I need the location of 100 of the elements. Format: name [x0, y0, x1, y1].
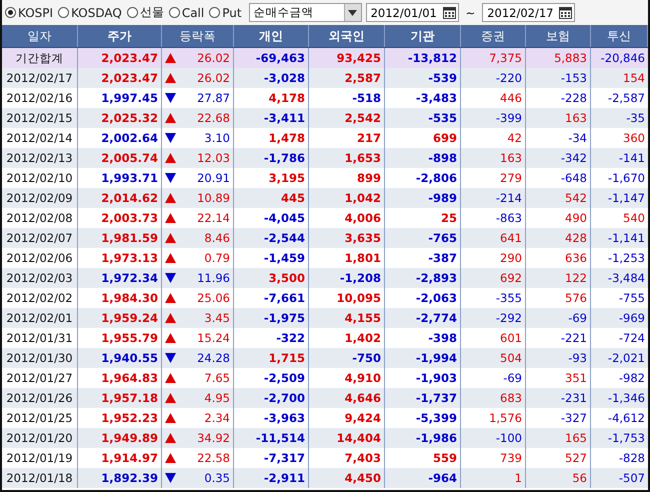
market-radio[interactable]: 선물 [126, 4, 164, 21]
table-cell: 27.87 [197, 91, 230, 105]
table-cell: 56 [526, 468, 591, 488]
market-radio[interactable]: Call [168, 6, 204, 20]
table-cell: -1,986 [385, 428, 461, 448]
table-cell-text: -724 [618, 330, 646, 347]
table-cell: -765 [385, 228, 461, 248]
table-cell: -69 [526, 308, 591, 328]
table-cell: -964 [385, 468, 461, 488]
calendar-icon[interactable] [442, 6, 456, 18]
column-header[interactable]: 증권 [461, 25, 526, 47]
table-cell: 122 [526, 268, 591, 288]
table-cell: 2012/02/15 [2, 108, 78, 128]
calendar-icon[interactable] [559, 6, 572, 18]
table-cell: -214 [461, 188, 526, 208]
column-header[interactable]: 외국인 [309, 25, 385, 47]
table-cell: 10.89 [197, 191, 230, 205]
table-cell: 1,981.59 [78, 228, 162, 248]
table-cell: 15.24 [197, 331, 230, 345]
table-cell-text: -982 [618, 370, 646, 387]
table-cell: 1,715 [234, 348, 309, 368]
table-cell-text: -969 [618, 310, 646, 327]
table-cell: -399 [461, 108, 526, 128]
table-cell: -989 [385, 188, 461, 208]
table-cell: 26.02 [197, 51, 230, 65]
column-header[interactable]: 투신 [591, 25, 648, 47]
table-cell-text: -35 [625, 110, 646, 127]
table-cell: 163 [526, 108, 591, 128]
table-cell: 1,940.55 [78, 348, 162, 368]
column-header[interactable]: 기관 [385, 25, 461, 47]
caret-icon [348, 10, 358, 16]
table-cell: 2,023.47 [78, 68, 162, 88]
table-cell: -2,544 [234, 228, 309, 248]
table-cell: 2012/02/17 [2, 68, 78, 88]
table-cell: -153 [526, 68, 591, 88]
table-cell: -2,774 [385, 308, 461, 328]
table-cell: 26.02 [197, 71, 230, 85]
market-radio[interactable]: KOSPI [5, 6, 54, 20]
table-cell: 2,587 [309, 68, 385, 88]
table-cell-text: -828 [618, 450, 646, 467]
table-cell: 3,500 [234, 268, 309, 288]
table-cell: 1,957.18 [78, 388, 162, 408]
column-header[interactable]: 보험 [526, 25, 591, 47]
table-cell: 20.91 [197, 171, 230, 185]
table-cell: -2,911 [234, 468, 309, 488]
table-cell: 445 [234, 188, 309, 208]
table-cell-text: -2,021 [606, 350, 646, 367]
table-cell: -535 [385, 108, 461, 128]
table-cell: 3.10 [204, 131, 230, 145]
table-cell: -220 [461, 68, 526, 88]
table-cell: 542 [526, 188, 591, 208]
range-separator: ~ [464, 6, 476, 20]
table-cell: 2012/01/18 [2, 468, 78, 488]
table-cell: -750 [309, 348, 385, 368]
market-radio[interactable]: Put [209, 6, 242, 20]
table-cell: 1,653 [309, 148, 385, 168]
table-cell: 2012/02/13 [2, 148, 78, 168]
table-cell-text: -1,253 [606, 250, 646, 267]
table-cell: 504 [461, 348, 526, 368]
table-cell-text: -20,846 [600, 50, 646, 67]
table-cell: 2012/01/30 [2, 348, 78, 368]
table-cell: 428 [526, 228, 591, 248]
table-cell: 2012/02/09 [2, 188, 78, 208]
table-cell: 0.79 [204, 251, 230, 265]
table-cell: 163 [461, 148, 526, 168]
table-cell-text: -755 [618, 290, 646, 307]
start-date-field[interactable]: 2012/01/01 [366, 3, 459, 22]
table-cell: 2012/02/07 [2, 228, 78, 248]
table-cell: 25.06 [197, 291, 230, 305]
table-cell: 2.34 [204, 411, 230, 425]
measure-dropdown[interactable]: 순매수금액 [248, 3, 362, 22]
market-radio[interactable]: KOSDAQ [58, 6, 122, 20]
table-cell: 4,450 [309, 468, 385, 488]
table-cell: 12.03 [197, 151, 230, 165]
table-cell-text: 540 [622, 210, 646, 227]
table-cell: 34.92 [197, 431, 230, 445]
table-cell: -231 [526, 388, 591, 408]
column-header[interactable]: 일자 [2, 25, 78, 47]
table-cell: 692 [461, 268, 526, 288]
table-cell: -2,893 [385, 268, 461, 288]
table-cell: 2,025.32 [78, 108, 162, 128]
table-cell: 11.96 [197, 271, 230, 285]
table-cell: 1,892.39 [78, 468, 162, 488]
table-cell-text: -3,484 [606, 270, 646, 287]
table-cell-text: -1,147 [606, 190, 646, 207]
table-cell: 8.46 [204, 231, 230, 245]
table-cell: 2012/01/26 [2, 388, 78, 408]
end-date-field[interactable]: 2012/02/17 [482, 3, 576, 22]
table-cell: 3.45 [204, 311, 230, 325]
table-cell: -11,514 [234, 428, 309, 448]
table-cell: 2,542 [309, 108, 385, 128]
table-cell: -898 [385, 148, 461, 168]
column-header[interactable]: 등락폭 [162, 25, 234, 47]
table-cell: 14,404 [309, 428, 385, 448]
table-cell: -3,028 [234, 68, 309, 88]
table-cell: 1 [461, 468, 526, 488]
column-header[interactable]: 개인 [234, 25, 309, 47]
table-cell: 7.65 [204, 371, 230, 385]
column-header[interactable]: 주가 [78, 25, 162, 47]
table-cell: -1,208 [309, 268, 385, 288]
